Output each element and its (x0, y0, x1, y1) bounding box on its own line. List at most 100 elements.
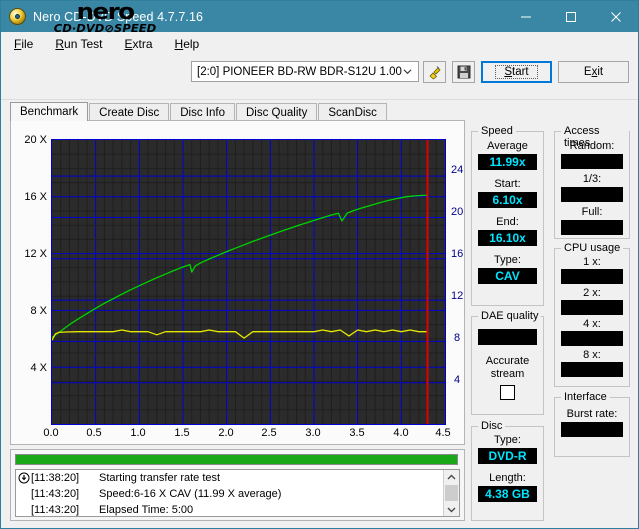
right-axis-tick-12: 12 (451, 290, 464, 302)
cpu-1x-value (561, 269, 623, 284)
speed-end-label: End: (496, 216, 519, 228)
series-0 (52, 194, 428, 338)
x-axis-tick-5: 2.5 (261, 427, 277, 439)
log-row: [11:43:20] Elapsed Time: 5:00 (16, 502, 459, 516)
x-axis-tick-4: 2.0 (218, 427, 234, 439)
window-controls (503, 1, 638, 32)
access-times-panel: Access times Random: 1/3: Full: (554, 125, 630, 239)
log-time: [11:43:20] (31, 504, 80, 516)
burst-rate-label: Burst rate: (566, 408, 618, 420)
access-third-value (561, 187, 623, 202)
save-button[interactable] (452, 61, 475, 83)
cpu-2x-value (561, 300, 623, 315)
burst-rate-value (561, 422, 623, 437)
plug-icon-button[interactable] (423, 61, 446, 83)
accurate-stream-label-line1: Accurate (485, 355, 530, 367)
dae-quality-caption: DAE quality (478, 310, 542, 322)
floppy-save-icon (457, 65, 470, 79)
log-message: Starting transfer rate test (99, 472, 221, 484)
x-axis-tick-2: 1.0 (130, 427, 146, 439)
drive-select[interactable]: [2:0] PIONEER BD-RW BDR-S12U 1.00 (191, 61, 419, 82)
x-axis-tick-9: 4.5 (435, 427, 451, 439)
chart-plot-area[interactable] (51, 139, 446, 425)
x-axis-tick-6: 3.0 (305, 427, 321, 439)
info-icon (18, 472, 30, 484)
close-icon[interactable] (593, 1, 638, 32)
chart-svg (52, 140, 445, 424)
accurate-stream-label-line2: stream (490, 368, 525, 380)
start-button[interactable]: Start (481, 61, 552, 83)
logo-subtitle-text: CD·DVD⊘SPEED (53, 22, 157, 35)
speed-panel-caption: Speed (478, 125, 516, 137)
x-axis-tick-0: 0.0 (43, 427, 59, 439)
speed-type-value: CAV (478, 268, 537, 284)
log-row: [11:38:20] Starting transfer rate test (16, 470, 459, 486)
start-button-label: Start (495, 65, 538, 79)
scrollbar-thumb[interactable] (445, 485, 458, 501)
cpu-usage-panel: CPU usage 1 x: 2 x: 4 x: 8 x: (554, 242, 630, 387)
y-axis-tick-8: 8 X (30, 305, 47, 317)
right-axis-tick-24: 24 (451, 164, 464, 176)
interface-panel-caption: Interface (561, 391, 610, 403)
log-icon-placeholder (18, 488, 30, 500)
accurate-stream-checkbox-wrap[interactable] (472, 385, 543, 400)
scroll-up-icon[interactable] (444, 470, 459, 484)
speed-end-value: 16.10x (478, 230, 537, 246)
nero-logo: nero CD·DVD⊘SPEED (25, 2, 185, 44)
log-scrollbar[interactable] (443, 470, 459, 516)
x-axis-tick-7: 3.5 (349, 427, 365, 439)
tab-disc-quality[interactable]: Disc Quality (236, 103, 318, 121)
tab-disc-info[interactable]: Disc Info (170, 103, 235, 121)
cpu-usage-caption: CPU usage (561, 242, 624, 254)
tab-scandisc[interactable]: ScanDisc (318, 103, 387, 121)
log-message: Elapsed Time: 5:00 (99, 504, 194, 516)
access-random-value (561, 154, 623, 169)
disc-panel: Disc Type: DVD-R Length: 4.38 GB (471, 420, 544, 521)
disc-type-label: Type: (494, 434, 521, 446)
speed-average-label: Average (487, 140, 528, 152)
access-third-label: 1/3: (582, 173, 602, 185)
exit-button-label: Exit (583, 66, 604, 78)
log-message: Speed:6-16 X CAV (11.99 X average) (99, 488, 282, 500)
cpu-8x-value (561, 362, 623, 377)
right-axis-tick-4: 4 (454, 374, 461, 386)
access-full-label: Full: (581, 206, 603, 218)
minimize-icon[interactable] (503, 1, 548, 32)
bottom-panel: [11:38:20] Starting transfer rate test [… (10, 449, 465, 521)
speed-type-label: Type: (494, 254, 521, 266)
dae-quality-value (478, 329, 537, 345)
access-random-label: Random: (569, 140, 615, 152)
exit-button[interactable]: Exit (558, 61, 629, 83)
speed-panel: Speed Average 11.99x Start: 6.10x End: 1… (471, 125, 544, 306)
accurate-stream-checkbox[interactable] (500, 385, 515, 400)
x-axis-tick-1: 0.5 (86, 427, 102, 439)
x-axis-tick-3: 1.5 (174, 427, 190, 439)
y-axis-tick-16: 16 X (24, 191, 47, 203)
scroll-down-icon[interactable] (444, 502, 459, 516)
log-icon-placeholder (18, 504, 30, 516)
right-axis-tick-8: 8 (454, 332, 461, 344)
nero-cd-dvd-speed-window: Nero CD-DVD Speed 4.7.7.16 File Run Test… (0, 0, 639, 529)
dae-quality-panel: DAE quality Accurate stream (471, 310, 544, 415)
interface-panel: Interface Burst rate: (554, 391, 630, 457)
tab-benchmark[interactable]: Benchmark (10, 102, 89, 121)
cpu-4x-label: 4 x: (583, 318, 601, 330)
disc-length-value: 4.38 GB (478, 486, 537, 502)
tab-create-disc[interactable]: Create Disc (89, 103, 170, 121)
y-axis-tick-20: 20 X (24, 134, 47, 146)
disc-length-label: Length: (489, 472, 526, 484)
speed-start-value: 6.10x (478, 192, 537, 208)
tab-bar: Benchmark Create Disc Disc Info Disc Qua… (10, 102, 630, 121)
maximize-icon[interactable] (548, 1, 593, 32)
logo-nero-text: nero (76, 0, 135, 25)
right-axis-tick-20: 20 (451, 206, 464, 218)
disc-panel-caption: Disc (478, 420, 506, 432)
cpu-1x-label: 1 x: (583, 256, 601, 268)
speed-average-value: 11.99x (478, 154, 537, 170)
log-list[interactable]: [11:38:20] Starting transfer rate test [… (15, 469, 460, 517)
x-axis-tick-8: 4.0 (393, 427, 409, 439)
log-time: [11:43:20] (31, 488, 80, 500)
log-row: [11:43:20] Speed:6-16 X CAV (11.99 X ave… (16, 486, 459, 502)
right-axis-tick-16: 16 (451, 248, 464, 260)
chevron-down-icon (403, 69, 412, 75)
